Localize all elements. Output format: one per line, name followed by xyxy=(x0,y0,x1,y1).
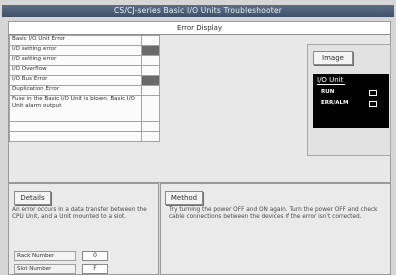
window-title-bar: CS/CJ-series Basic I/O Units Troubleshoo… xyxy=(2,5,394,17)
error-label: I/O Bus Error xyxy=(9,75,142,86)
error-indicator xyxy=(141,35,160,46)
io-unit-label: I/O Unit xyxy=(317,76,346,85)
run-led-label: RUN xyxy=(321,89,335,95)
err-alm-led-icon xyxy=(369,101,377,107)
method-button[interactable]: Method xyxy=(165,191,203,205)
error-label: I/O Overflow xyxy=(9,65,142,76)
error-table: Basic I/O Unit Error I/O setting error I… xyxy=(9,35,160,142)
image-button-label: Image xyxy=(322,54,344,62)
image-button[interactable]: Image xyxy=(313,51,353,65)
error-row[interactable]: I/O Bus Error xyxy=(9,75,160,86)
error-indicator xyxy=(141,55,160,66)
error-label: Duplication Error xyxy=(9,85,142,96)
error-indicator xyxy=(141,65,160,76)
error-indicator xyxy=(141,45,160,56)
error-row[interactable]: Basic I/O Unit Error xyxy=(9,35,160,46)
details-text: An error occurs in a data transfer betwe… xyxy=(12,207,147,220)
error-row[interactable]: Fuse in the Basic I/O Unit is blown. Bas… xyxy=(9,95,160,122)
window-title: CS/CJ-series Basic I/O Units Troubleshoo… xyxy=(113,6,283,15)
slot-number-label: Slot Number xyxy=(14,264,76,274)
error-indicator xyxy=(141,121,160,132)
error-row[interactable] xyxy=(9,131,160,142)
method-text: Try turning the power OFF and ON again. … xyxy=(169,207,378,220)
error-label: I/O setting error xyxy=(9,45,142,56)
error-label: Basic I/O Unit Error xyxy=(9,35,142,46)
details-button[interactable]: Details xyxy=(14,191,51,205)
error-display-header: Error Display xyxy=(9,22,390,35)
run-led-row: RUN xyxy=(321,89,334,95)
error-display-title: Error Display xyxy=(176,24,223,32)
error-indicator xyxy=(141,75,160,86)
error-indicator xyxy=(141,95,160,122)
method-button-label: Method xyxy=(170,194,198,202)
error-row[interactable]: I/O setting error xyxy=(9,55,160,66)
error-row[interactable]: Duplication Error xyxy=(9,85,160,96)
slot-number-field[interactable]: F xyxy=(82,264,108,274)
error-label xyxy=(9,131,142,142)
error-label xyxy=(9,121,142,132)
details-button-label: Details xyxy=(20,194,45,202)
error-indicator xyxy=(141,85,160,96)
error-row[interactable] xyxy=(9,121,160,132)
rack-number-field[interactable]: 0 xyxy=(82,251,108,261)
error-label: Fuse in the Basic I/O Unit is blown. Bas… xyxy=(9,95,142,122)
err-alm-led-label: ERR/ALM xyxy=(321,100,349,106)
run-led-icon xyxy=(369,90,377,96)
err-alm-led-row: ERR/ALM xyxy=(321,100,348,106)
rack-number-label: Rack Number xyxy=(14,251,76,261)
error-label: I/O setting error xyxy=(9,55,142,66)
error-row[interactable]: I/O setting error xyxy=(9,45,160,56)
io-unit-image: I/O Unit RUN ERR/ALM xyxy=(313,74,389,128)
error-row[interactable]: I/O Overflow xyxy=(9,65,160,76)
error-indicator xyxy=(141,131,160,142)
